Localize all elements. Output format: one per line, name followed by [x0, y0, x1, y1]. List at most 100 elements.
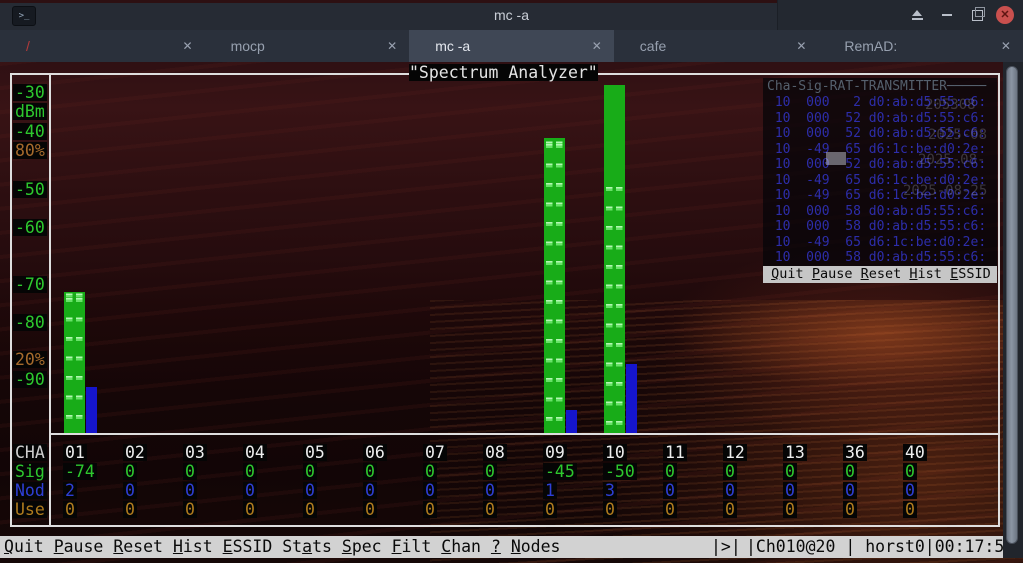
status-menu-item-spec[interactable]: Spec: [342, 537, 382, 556]
overlay-header: Cha-Sig-RAT-TRANSMITTER─────: [767, 78, 986, 95]
tab-label: mocp: [231, 38, 380, 54]
use-value-ch12: 0: [723, 501, 737, 518]
use-value-ch10: 0: [603, 501, 617, 518]
channel-label-ch13: 13: [783, 444, 807, 461]
use-value-ch36: 0: [843, 501, 857, 518]
nod-value-ch11: 0: [663, 482, 677, 499]
use-value-ch40: 0: [903, 501, 917, 518]
y-axis-label: -90: [13, 371, 47, 388]
window-title: mc -a: [200, 0, 823, 30]
hotkey-letter: Q: [771, 266, 779, 282]
y-axis-label: -40: [13, 123, 47, 140]
overlay-menu-item-quit[interactable]: Quit: [771, 266, 804, 282]
overlay-row: 10 000 58 d0:ab:d5:55:c6:: [767, 204, 986, 220]
channel-label-ch03: 03: [183, 444, 207, 461]
sig-value-ch40: 0: [903, 463, 917, 480]
tab-close-icon[interactable]: ✕: [183, 39, 193, 53]
channel-label-ch06: 06: [363, 444, 387, 461]
tab-[interactable]: /✕: [0, 30, 205, 62]
tab-cafe[interactable]: cafe✕: [614, 30, 819, 62]
status-menu-item-[interactable]: ?: [491, 537, 501, 556]
status-menu-item-stats[interactable]: Stats: [282, 537, 332, 556]
overlay-row: 10 000 58 d0:ab:d5:55:c6:: [767, 219, 986, 235]
channel-label-ch12: 12: [723, 444, 747, 461]
sig-value-ch07: 0: [423, 463, 437, 480]
overlay-menu-item-essid[interactable]: ESSID: [950, 266, 991, 282]
status-menu-item-essid[interactable]: ESSID: [223, 537, 273, 556]
restore-button[interactable]: [962, 0, 992, 30]
status-bar: Quit Pause Reset Hist ESSID Stats Spec F…: [0, 536, 1023, 558]
hotkey-letter: R: [113, 537, 123, 556]
hotkey-letter: Q: [4, 537, 14, 556]
channel-label-ch07: 07: [423, 444, 447, 461]
status-menu-item-chan[interactable]: Chan: [441, 537, 481, 556]
sig-value-ch36: 0: [843, 463, 857, 480]
use-value-ch05: 0: [303, 501, 317, 518]
table-row-label-use: Use: [13, 501, 47, 518]
sig-value-ch08: 0: [483, 463, 497, 480]
sig-value-ch03: 0: [183, 463, 197, 480]
hotkey-letter: C: [441, 537, 451, 556]
status-menu-item-quit[interactable]: Quit: [4, 537, 44, 556]
status-menu-item-reset[interactable]: Reset: [113, 537, 163, 556]
tab-mca[interactable]: mc -a✕: [409, 30, 614, 62]
overlay-menu-item-reset[interactable]: Reset: [861, 266, 902, 282]
status-menu-item-filt[interactable]: Filt: [392, 537, 432, 556]
sig-value-ch09: -45: [543, 463, 577, 480]
use-value-ch07: 0: [423, 501, 437, 518]
rollup-button[interactable]: [902, 0, 932, 30]
nod-value-ch12: 0: [723, 482, 737, 499]
hotkey-letter: H: [909, 266, 917, 282]
tab-close-icon[interactable]: ✕: [796, 39, 806, 53]
nod-value-ch06: 0: [363, 482, 377, 499]
overlay-menu-item-pause[interactable]: Pause: [812, 266, 853, 282]
hotkey-letter: E: [950, 266, 958, 282]
nod-value-ch03: 0: [183, 482, 197, 499]
use-value-ch09: 0: [543, 501, 557, 518]
minimize-button[interactable]: [932, 0, 962, 30]
axis-separator-line: [49, 73, 51, 525]
status-menu-item-nodes[interactable]: Nodes: [511, 537, 561, 556]
use-value-ch08: 0: [483, 501, 497, 518]
status-info: |Ch010@20 | horst0|00:17:57: [746, 536, 1014, 558]
x-axis-line: [51, 433, 998, 435]
overlay-header-rule: ─────: [947, 79, 986, 94]
nod-value-ch36: 0: [843, 482, 857, 499]
nod-value-ch13: 0: [783, 482, 797, 499]
overlay-menu-item-hist[interactable]: Hist: [909, 266, 942, 282]
nod-value-ch09: 1: [543, 482, 557, 499]
table-row-label-nod: Nod: [13, 482, 47, 499]
y-axis-label: 20%: [13, 351, 47, 368]
channel-label-ch40: 40: [903, 444, 927, 461]
channel-label-ch11: 11: [663, 444, 687, 461]
channel-label-ch04: 04: [243, 444, 267, 461]
tab-close-icon[interactable]: ✕: [387, 39, 397, 53]
y-axis-label: -50: [13, 181, 47, 198]
y-axis-label: -70: [13, 276, 47, 293]
nod-value-ch10: 3: [603, 482, 617, 499]
status-menu-item-pause[interactable]: Pause: [54, 537, 104, 556]
sig-value-ch13: 0: [783, 463, 797, 480]
nod-value-ch07: 0: [423, 482, 437, 499]
sig-value-ch01: -74: [63, 463, 97, 480]
scrollbar-thumb[interactable]: [1006, 66, 1018, 544]
restore-icon: [972, 10, 983, 21]
close-button[interactable]: ✕: [990, 0, 1020, 30]
channel-label-ch02: 02: [123, 444, 147, 461]
tab-remad[interactable]: RemAD:✕: [818, 30, 1023, 62]
scrollbar[interactable]: [1003, 62, 1023, 558]
hotkey-letter: F: [392, 537, 402, 556]
ghost-text: 2025-08: [928, 127, 987, 143]
tab-close-icon[interactable]: ✕: [1001, 39, 1011, 53]
close-icon: ✕: [996, 6, 1014, 24]
y-axis-label: -80: [13, 314, 47, 331]
channel-label-ch36: 36: [843, 444, 867, 461]
sig-value-ch04: 0: [243, 463, 257, 480]
hotkey-letter: R: [861, 266, 869, 282]
status-menu-item-hist[interactable]: Hist: [173, 537, 213, 556]
tab-mocp[interactable]: mocp ✕: [205, 30, 410, 62]
nod-value-ch40: 0: [903, 482, 917, 499]
tab-close-icon[interactable]: ✕: [592, 39, 602, 53]
use-value-ch06: 0: [363, 501, 377, 518]
hotkey-letter: P: [54, 537, 64, 556]
